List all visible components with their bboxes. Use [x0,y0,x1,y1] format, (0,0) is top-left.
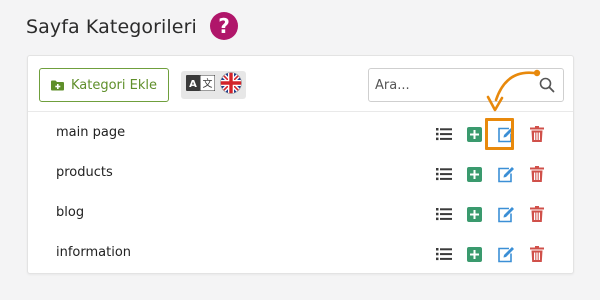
edit-icon[interactable] [490,163,521,185]
translate-icon: A 文 [185,74,215,95]
add-subcategory-icon[interactable] [459,203,490,225]
list-icon[interactable] [428,203,459,225]
svg-text:A: A [189,79,197,90]
callout-arrow-icon [486,69,541,112]
row-actions [428,203,552,225]
list-icon[interactable] [428,163,459,185]
list-item: information [28,234,573,274]
add-category-button[interactable]: Kategori Ekle [39,68,169,102]
row-actions [428,243,552,265]
edit-icon[interactable] [490,243,521,265]
page-title: Sayfa Kategorileri [26,12,197,42]
list-icon[interactable] [428,123,459,145]
language-button[interactable]: A 文 [181,71,246,99]
folder-plus-icon [50,80,64,91]
category-label: main page [56,125,126,140]
trash-icon[interactable] [521,123,552,145]
trash-icon[interactable] [521,163,552,185]
list-icon[interactable] [428,243,459,265]
category-label: blog [56,205,85,220]
page-title-text: Sayfa Kategorileri [26,16,197,38]
help-icon[interactable]: ? [210,12,238,40]
svg-text:文: 文 [202,77,212,90]
add-category-label: Kategori Ekle [70,77,157,93]
list-item: blog [28,194,573,234]
category-label: products [56,165,113,180]
edit-icon[interactable] [490,203,521,225]
uk-flag-icon [219,72,242,98]
category-label: information [56,245,132,260]
edit-highlight-box [485,118,514,150]
trash-icon[interactable] [521,203,552,225]
add-subcategory-icon[interactable] [459,243,490,265]
trash-icon[interactable] [521,243,552,265]
list-item: products [28,154,573,194]
row-actions [428,163,552,185]
add-subcategory-icon[interactable] [459,163,490,185]
